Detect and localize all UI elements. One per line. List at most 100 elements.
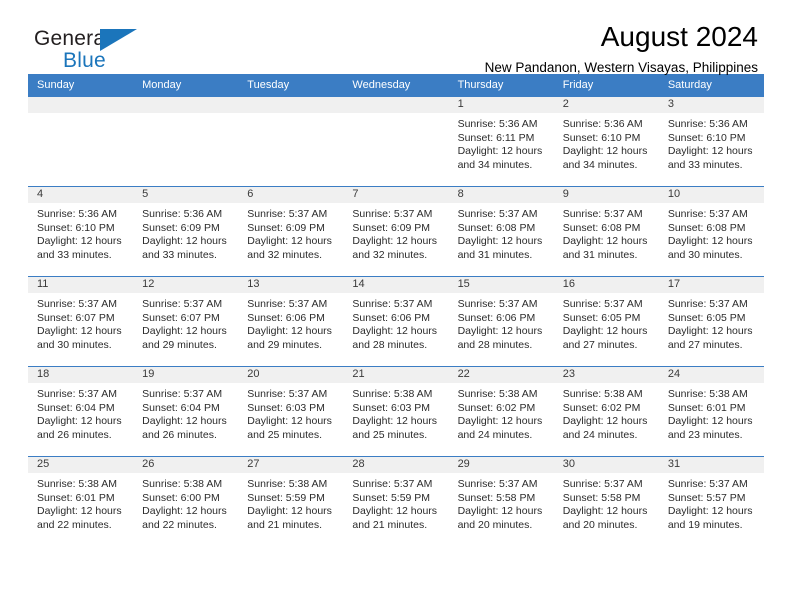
- calendar-day-cell[interactable]: 6 Sunrise: 5:37 AM Sunset: 6:09 PM Daylight…: [238, 186, 344, 277]
- daylight-text-line1: Daylight: 12 hours: [562, 325, 648, 338]
- daylight-text-line1: Daylight: 12 hours: [352, 235, 438, 248]
- sunrise-text: Sunrise: 5:37 AM: [247, 388, 328, 400]
- calendar-day-cell[interactable]: 16 Sunrise: 5:37 AM Sunset: 6:05 PM Dayligh…: [553, 276, 659, 367]
- daylight-text-line2: and 28 minutes.: [457, 338, 533, 351]
- sunrise-text: Sunrise: 5:38 AM: [457, 388, 538, 400]
- day-number: 19: [133, 367, 239, 383]
- sunset-text: Sunset: 6:08 PM: [667, 221, 746, 234]
- daylight-text-line1: Daylight: 12 hours: [457, 235, 543, 248]
- daylight-text-line1: Daylight: 12 hours: [37, 235, 122, 248]
- calendar-day-cell[interactable]: 4 Sunrise: 5:36 AM Sunset: 6:10 PM Daylight…: [28, 186, 134, 277]
- calendar-week-row: 4 Sunrise: 5:36 AM Sunset: 6:10 PM Daylight…: [28, 186, 764, 277]
- sunrise-text: Sunrise: 5:37 AM: [247, 208, 328, 220]
- sunrise-text: Sunrise: 5:37 AM: [667, 478, 748, 490]
- day-number: 9: [553, 187, 659, 203]
- daylight-text-line2: and 33 minutes.: [142, 248, 217, 261]
- calendar-day-cell[interactable]: 9 Sunrise: 5:37 AM Sunset: 6:08 PM Daylight…: [553, 186, 659, 277]
- day-number: 12: [133, 277, 239, 293]
- calendar-day-cell[interactable]: 18 Sunrise: 5:37 AM Sunset: 6:04 PM Dayligh…: [28, 366, 134, 457]
- daylight-text-line1: Daylight: 12 hours: [457, 415, 543, 428]
- sunset-text: Sunset: 5:59 PM: [247, 491, 325, 504]
- day-number-band: [28, 97, 134, 113]
- sunrise-text: Sunrise: 5:37 AM: [457, 208, 538, 220]
- daylight-text-line1: Daylight: 12 hours: [142, 235, 227, 248]
- daylight-text-line1: Daylight: 12 hours: [247, 325, 332, 338]
- daylight-text-line2: and 34 minutes.: [457, 158, 533, 171]
- day-details: Sunrise: 5:37 AM Sunset: 6:04 PM Daylight:…: [28, 383, 133, 442]
- calendar-day-cell[interactable]: 1 Sunrise: 5:36 AM Sunset: 6:11 PM Daylight…: [448, 96, 554, 187]
- sunrise-text: Sunrise: 5:38 AM: [667, 388, 748, 400]
- sunset-text: Sunset: 6:06 PM: [352, 311, 431, 324]
- daylight-text-line2: and 33 minutes.: [37, 248, 112, 261]
- daylight-text-line2: and 28 minutes.: [352, 338, 428, 351]
- sunrise-text: Sunrise: 5:37 AM: [457, 298, 538, 310]
- sunrise-text: Sunrise: 5:37 AM: [247, 298, 328, 310]
- daylight-text-line2: and 24 minutes.: [457, 428, 533, 441]
- calendar-day-cell[interactable]: 8 Sunrise: 5:37 AM Sunset: 6:08 PM Daylight…: [448, 186, 554, 277]
- sunset-text: Sunset: 6:01 PM: [667, 401, 746, 414]
- calendar-day-cell[interactable]: 11 Sunrise: 5:37 AM Sunset: 6:07 PM Dayligh…: [28, 276, 134, 367]
- sunset-text: Sunset: 6:02 PM: [457, 401, 536, 414]
- sunset-text: Sunset: 6:03 PM: [247, 401, 325, 414]
- calendar-day-cell[interactable]: 23 Sunrise: 5:38 AM Sunset: 6:02 PM Dayligh…: [553, 366, 659, 457]
- weekday-header-monday: Monday: [133, 74, 239, 97]
- daylight-text-line1: Daylight: 12 hours: [667, 415, 753, 428]
- daylight-text-line1: Daylight: 12 hours: [457, 145, 543, 158]
- day-details: Sunrise: 5:37 AM Sunset: 6:08 PM Daylight:…: [554, 203, 659, 262]
- daylight-text-line1: Daylight: 12 hours: [37, 415, 122, 428]
- calendar-day-cell[interactable]: 25 Sunrise: 5:38 AM Sunset: 6:01 PM Dayligh…: [28, 456, 134, 546]
- calendar-day-cell[interactable]: 26 Sunrise: 5:38 AM Sunset: 6:00 PM Dayligh…: [133, 456, 239, 546]
- daylight-text-line1: Daylight: 12 hours: [457, 505, 543, 518]
- sunrise-text: Sunrise: 5:36 AM: [667, 118, 748, 130]
- sunset-text: Sunset: 6:10 PM: [562, 131, 641, 144]
- calendar-day-cell[interactable]: 10 Sunrise: 5:37 AM Sunset: 6:08 PM Dayligh…: [658, 186, 764, 277]
- calendar-day-cell[interactable]: 30 Sunrise: 5:37 AM Sunset: 5:58 PM Dayligh…: [553, 456, 659, 546]
- day-details: Sunrise: 5:37 AM Sunset: 6:06 PM Daylight:…: [343, 293, 448, 352]
- sunrise-text: Sunrise: 5:37 AM: [667, 298, 748, 310]
- calendar-header-row: Sunday Monday Tuesday Wednesday Thursday…: [28, 74, 764, 97]
- daylight-text-line1: Daylight: 12 hours: [352, 325, 438, 338]
- calendar-day-cell[interactable]: 2 Sunrise: 5:36 AM Sunset: 6:10 PM Daylight…: [553, 96, 659, 187]
- sunset-text: Sunset: 6:09 PM: [142, 221, 220, 234]
- sunset-text: Sunset: 6:00 PM: [142, 491, 220, 504]
- calendar-day-cell[interactable]: 22 Sunrise: 5:38 AM Sunset: 6:02 PM Dayligh…: [448, 366, 554, 457]
- calendar-day-cell[interactable]: 13 Sunrise: 5:37 AM Sunset: 6:06 PM Dayligh…: [238, 276, 344, 367]
- calendar-day-cell[interactable]: 31 Sunrise: 5:37 AM Sunset: 5:57 PM Dayligh…: [658, 456, 764, 546]
- daylight-text-line1: Daylight: 12 hours: [562, 235, 648, 248]
- page-subtitle: New Pandanon, Western Visayas, Philippin…: [484, 60, 758, 76]
- calendar-day-cell[interactable]: 15 Sunrise: 5:37 AM Sunset: 6:06 PM Dayligh…: [448, 276, 554, 367]
- calendar-day-cell[interactable]: 29 Sunrise: 5:37 AM Sunset: 5:58 PM Dayligh…: [448, 456, 554, 546]
- calendar-day-cell[interactable]: 3 Sunrise: 5:36 AM Sunset: 6:10 PM Daylight…: [658, 96, 764, 187]
- calendar-day-cell[interactable]: 5 Sunrise: 5:36 AM Sunset: 6:09 PM Daylight…: [133, 186, 239, 277]
- brand-logo[interactable]: General Blue: [34, 28, 137, 71]
- sunset-text: Sunset: 6:09 PM: [352, 221, 431, 234]
- day-number: 18: [28, 367, 134, 383]
- calendar-day-cell-empty: [28, 96, 134, 187]
- calendar-day-cell[interactable]: 24 Sunrise: 5:38 AM Sunset: 6:01 PM Dayligh…: [658, 366, 764, 457]
- calendar-week-row: 18 Sunrise: 5:37 AM Sunset: 6:04 PM Dayligh…: [28, 366, 764, 457]
- calendar-day-cell[interactable]: 7 Sunrise: 5:37 AM Sunset: 6:09 PM Daylight…: [343, 186, 449, 277]
- calendar-day-cell[interactable]: 20 Sunrise: 5:37 AM Sunset: 6:03 PM Dayligh…: [238, 366, 344, 457]
- daylight-text-line2: and 25 minutes.: [352, 428, 428, 441]
- sunset-text: Sunset: 6:05 PM: [562, 311, 641, 324]
- calendar-day-cell[interactable]: 14 Sunrise: 5:37 AM Sunset: 6:06 PM Dayligh…: [343, 276, 449, 367]
- weekday-header-friday: Friday: [553, 74, 659, 97]
- calendar-day-cell[interactable]: 28 Sunrise: 5:37 AM Sunset: 5:59 PM Dayligh…: [343, 456, 449, 546]
- daylight-text-line2: and 33 minutes.: [667, 158, 743, 171]
- calendar-day-cell[interactable]: 12 Sunrise: 5:37 AM Sunset: 6:07 PM Dayligh…: [133, 276, 239, 367]
- day-details: Sunrise: 5:38 AM Sunset: 6:02 PM Daylight:…: [449, 383, 554, 442]
- calendar-day-cell[interactable]: 17 Sunrise: 5:37 AM Sunset: 6:05 PM Dayligh…: [658, 276, 764, 367]
- calendar-day-cell[interactable]: 27 Sunrise: 5:38 AM Sunset: 5:59 PM Dayligh…: [238, 456, 344, 546]
- calendar-day-cell[interactable]: 19 Sunrise: 5:37 AM Sunset: 6:04 PM Dayligh…: [133, 366, 239, 457]
- sunset-text: Sunset: 6:10 PM: [667, 131, 746, 144]
- day-details: Sunrise: 5:38 AM Sunset: 6:03 PM Daylight:…: [343, 383, 448, 442]
- day-details: Sunrise: 5:37 AM Sunset: 6:05 PM Daylight:…: [554, 293, 659, 352]
- day-number: 10: [658, 187, 764, 203]
- daylight-text-line1: Daylight: 12 hours: [142, 325, 227, 338]
- calendar-day-cell[interactable]: 21 Sunrise: 5:38 AM Sunset: 6:03 PM Dayligh…: [343, 366, 449, 457]
- calendar-week-row: 25 Sunrise: 5:38 AM Sunset: 6:01 PM Dayligh…: [28, 456, 764, 546]
- sunset-text: Sunset: 5:57 PM: [667, 491, 746, 504]
- weekday-header-thursday: Thursday: [448, 74, 554, 97]
- day-details: Sunrise: 5:37 AM Sunset: 6:03 PM Daylight:…: [238, 383, 343, 442]
- day-number: 17: [658, 277, 764, 293]
